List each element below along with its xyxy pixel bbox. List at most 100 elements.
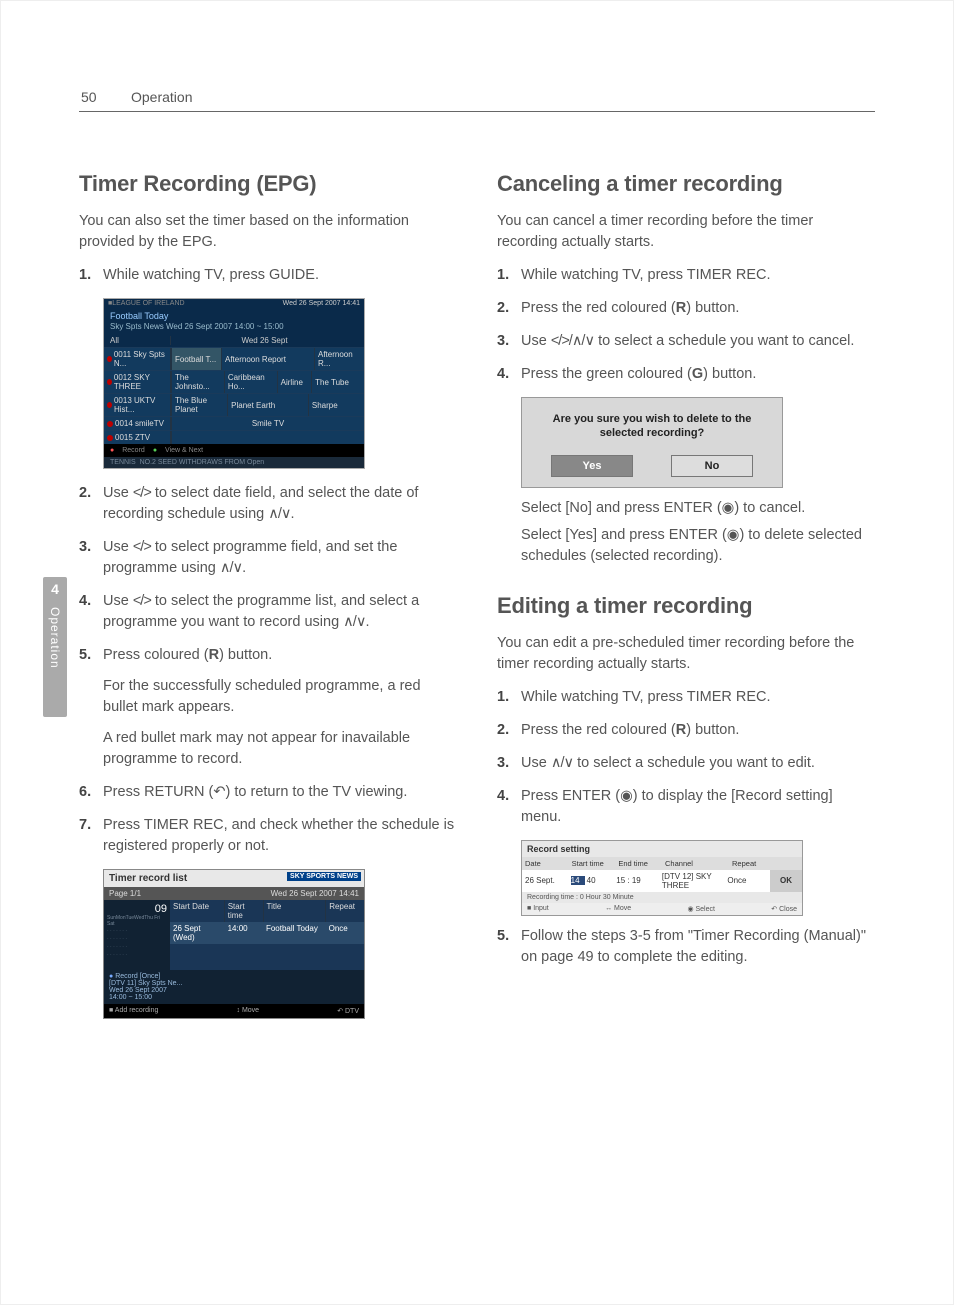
epg-cell: The Blue Planet — [171, 394, 227, 416]
epg-cell — [171, 431, 364, 444]
epg-topbar: ■LEAGUE OF IRELANDWed 26 Sept 2007 14:41 — [104, 299, 364, 308]
red-button-icon: R — [676, 722, 686, 738]
trl-col: Repeat — [326, 900, 364, 922]
epg-step5-sub1: For the successfully scheduled programme… — [103, 676, 457, 718]
rset-info: Recording time : 0 Hour 30 Minute — [522, 892, 802, 903]
rset-col: Date — [522, 857, 569, 870]
steps-epg: While watching TV, press GUIDE. — [79, 265, 457, 286]
record-dot-icon — [107, 402, 112, 408]
epg-row: 0013 UKTV Hist... The Blue Planet Planet… — [104, 393, 364, 416]
trl-rows: Start Date Start time Title Repeat 26 Se… — [170, 900, 364, 970]
left-column: Timer Recording (EPG) You can also set t… — [79, 171, 457, 1033]
return-icon: ↶ — [213, 784, 225, 800]
cancel-step-3: Use </>/∧/∨ to select a schedule you wan… — [497, 331, 875, 352]
page-number: 50 — [81, 89, 97, 105]
epg-ch: 0015 ZTV — [115, 433, 150, 442]
epg-row: 0011 Sky Spts N... Football T... Afterno… — [104, 347, 364, 370]
lead-epg: You can also set the timer based on the … — [79, 211, 457, 253]
epg-cell: Football T... — [171, 348, 221, 370]
epg-step-1: While watching TV, press GUIDE. — [79, 265, 457, 286]
up-down-icon: ∧/∨ — [220, 560, 242, 576]
trl-footer: ■ Add recording ↕ Move ↶ DTV — [104, 1004, 364, 1018]
epg-step-2: Use </> to select date field, and select… — [79, 483, 457, 525]
left-right-icon: </> — [133, 485, 151, 501]
record-dot-icon — [107, 356, 112, 362]
edit-step-3: Use ∧/∨ to select a schedule you want to… — [497, 753, 875, 774]
epg-clock: Wed 26 Sept 2007 14:41 — [283, 300, 360, 307]
rset-cell: [DTV 12] SKY THREE — [659, 870, 724, 892]
steps-cancel: While watching TV, press TIMER REC. Pres… — [497, 265, 875, 385]
lead-edit: You can edit a pre-scheduled timer recor… — [497, 633, 875, 675]
epg-screenshot: ■LEAGUE OF IRELANDWed 26 Sept 2007 14:41… — [103, 298, 365, 469]
rset-cell: 1440 — [568, 870, 614, 892]
up-down-icon: ∧/∨ — [551, 755, 573, 771]
cancel-caption-no: Select [No] and press ENTER (◉) to cance… — [521, 498, 875, 519]
epg-ch: 0011 Sky Spts N... — [114, 350, 167, 368]
record-setting-screenshot: Record setting Date Start time End time … — [521, 840, 803, 916]
trl-col: Start Date — [170, 900, 225, 922]
rset-footer: ■ Input ↔ Move ◉ Select ↶ Close — [522, 903, 802, 915]
red-button-icon: R — [209, 647, 219, 663]
confirm-yes-button: Yes — [551, 455, 633, 477]
side-tab-chapter: 4 — [43, 577, 67, 597]
trl-page-row: Page 1/1 Wed 26 Sept 2007 14:41 — [104, 887, 364, 900]
trl-col: Start time — [225, 900, 264, 922]
edit-step-4: Press ENTER (◉) to display the [Record s… — [497, 786, 875, 828]
rset-title: Record setting — [522, 841, 802, 857]
epg-day-row: All Wed 26 Sept — [104, 334, 364, 347]
rset-cell: 15 : 19 — [613, 870, 659, 892]
epg-cell: Airline — [277, 371, 312, 393]
up-down-icon: ∧/∨ — [343, 614, 365, 630]
epg-step-5: Press coloured (R) button. For the succe… — [79, 645, 457, 770]
epg-row: 0015 ZTV — [104, 430, 364, 444]
record-dot-icon — [107, 379, 112, 385]
trl-page: Page 1/1 — [109, 889, 141, 898]
rset-cell: 26 Sept. — [522, 870, 568, 892]
epg-ch: 0012 SKY THREE — [114, 373, 167, 391]
cancel-step-4: Press the green coloured (G) button. — [497, 364, 875, 385]
edit-step-2: Press the red coloured (R) button. — [497, 720, 875, 741]
rset-cols: Date Start time End time Channel Repeat — [522, 857, 802, 870]
right-column: Canceling a timer recording You can canc… — [497, 171, 875, 1033]
header-rule — [79, 111, 875, 112]
green-button-icon: G — [692, 366, 703, 382]
epg-step-6: Press RETURN (↶) to return to the TV vie… — [79, 782, 457, 803]
epg-step-4: Use </> to select the programme list, an… — [79, 591, 457, 633]
confirm-no-button: No — [671, 455, 753, 477]
confirm-dialog-screenshot: Are you sure you wish to delete to these… — [521, 397, 783, 488]
epg-subtitle: Sky Spts News Wed 26 Sept 2007 14:00 ~ 1… — [104, 322, 364, 334]
trl-date: Wed 26 Sept 2007 14:41 — [271, 889, 359, 898]
trl-body: 09 SunMonTueWedThu Fri Sat · · · · · · ·… — [104, 900, 364, 970]
epg-cell: Caribbean Ho... — [224, 371, 277, 393]
trl-col: Title — [264, 900, 327, 922]
header-section: Operation — [131, 89, 192, 105]
record-dot-icon — [107, 435, 113, 441]
confirm-question: Are you sure you wish to delete to these… — [532, 412, 772, 441]
epg-cell: Afternoon R... — [314, 348, 364, 370]
trl-cell: Football Today — [263, 922, 326, 944]
epg-cell: The Johnsto... — [171, 371, 224, 393]
trl-row: 26 Sept (Wed) 14:00 Football Today Once — [170, 922, 364, 944]
rset-col: Repeat — [729, 857, 776, 870]
epg-title: Football Today — [104, 308, 364, 322]
trl-rec-info: ● Record [Once] [DTV 11] Sky Spts Ne... … — [104, 970, 364, 1004]
epg-all: All — [110, 336, 171, 345]
epg-day: Wed 26 Sept — [171, 336, 358, 345]
edit-step-5: Follow the steps 3-5 from "Timer Recordi… — [497, 926, 875, 968]
trl-cell: Once — [326, 922, 364, 944]
steps-edit: While watching TV, press TIMER REC. Pres… — [497, 687, 875, 828]
rset-row: 26 Sept. 1440 15 : 19 [DTV 12] SKY THREE… — [522, 870, 802, 892]
manual-page: 50 Operation 4 Operation Timer Recording… — [0, 0, 954, 1305]
epg-row: 0012 SKY THREE The Johnsto... Caribbean … — [104, 370, 364, 393]
cancel-step-1: While watching TV, press TIMER REC. — [497, 265, 875, 286]
epg-ticker: TENNIS NO.2 SEED WITHDRAWS FROM Open — [104, 457, 364, 468]
epg-foot-record: Record — [122, 447, 145, 454]
left-right-icon: </> — [133, 593, 151, 609]
cancel-caption-yes: Select [Yes] and press ENTER (◉) to dele… — [521, 525, 875, 567]
epg-cell: Afternoon Report — [221, 348, 314, 370]
heading-edit: Editing a timer recording — [497, 593, 875, 619]
epg-row: 0014 smileTV Smile TV — [104, 416, 364, 430]
trl-header: Timer record listSKY SPORTS NEWS — [104, 870, 364, 887]
rset-col: Channel — [662, 857, 729, 870]
epg-cell: Planet Earth — [227, 394, 308, 416]
